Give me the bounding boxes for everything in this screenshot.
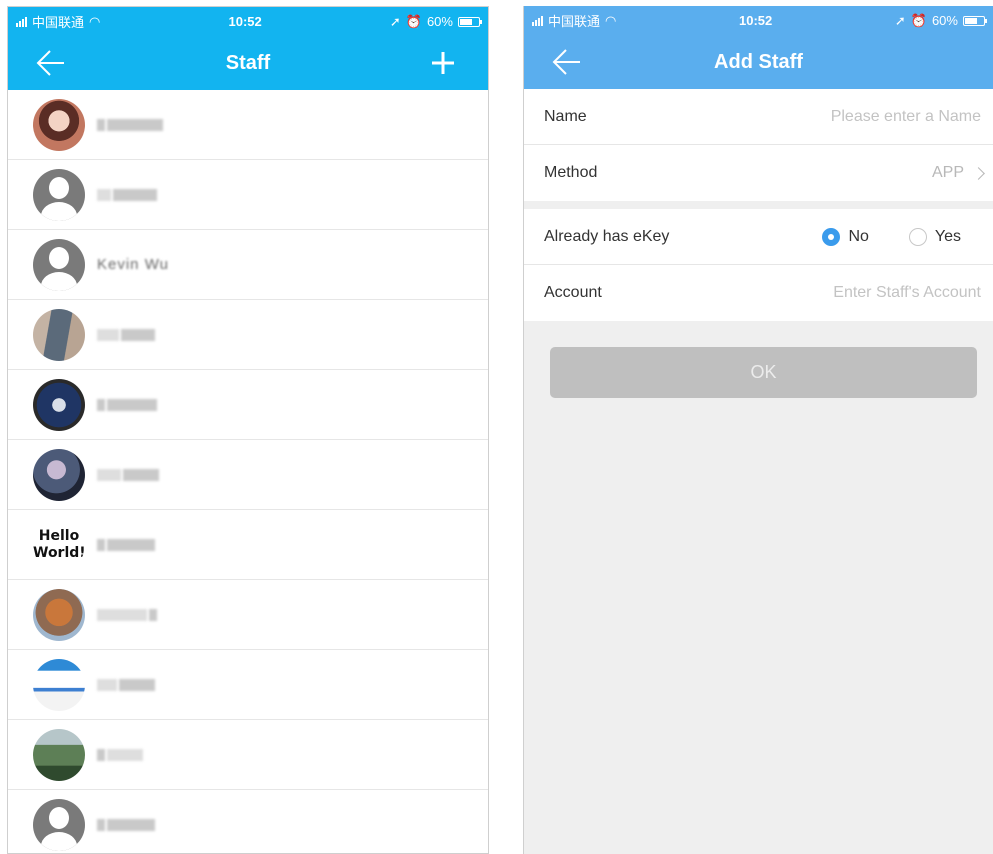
staff-navbar: Staff xyxy=(8,36,488,90)
status-bar-left: 中国联通 ◠ xyxy=(16,12,100,31)
staff-list-item[interactable] xyxy=(8,580,488,650)
screenshot-stage: 中国联通 ◠ 10:52 ➚ ⏰ 60% Staff Kevin Wu Hell… xyxy=(0,0,993,854)
staff-list-item[interactable] xyxy=(8,440,488,510)
status-bar: 中国联通 ◠ 10:52 ➚ ⏰ 60% xyxy=(524,6,993,35)
avatar-photo xyxy=(33,98,85,151)
staff-name-text: Kevin Wu xyxy=(97,256,169,273)
account-label: Account xyxy=(544,284,602,301)
radio-checked-icon[interactable] xyxy=(822,227,841,246)
staff-name-redacted xyxy=(97,118,163,131)
ekey-group: Already has eKey No Yes Account xyxy=(524,209,993,321)
method-selector[interactable]: APP xyxy=(931,164,985,182)
alarm-icon: ⏰ xyxy=(910,12,927,28)
staff-list-item[interactable] xyxy=(8,370,488,440)
ekey-yes-option[interactable]: Yes xyxy=(908,227,961,246)
account-input[interactable] xyxy=(739,283,983,303)
ok-button[interactable]: OK xyxy=(550,347,977,398)
staff-list-item[interactable] xyxy=(8,160,488,230)
status-time: 10:52 xyxy=(738,13,773,28)
default-user-avatar-icon xyxy=(33,798,85,851)
wifi-icon: ◠ xyxy=(605,12,617,28)
staff-list-item[interactable] xyxy=(8,90,488,160)
location-icon: ➚ xyxy=(389,13,401,29)
alarm-icon: ⏰ xyxy=(405,13,422,29)
page-title: Staff xyxy=(225,51,271,74)
staff-name-redacted xyxy=(97,398,157,411)
avatar-photo xyxy=(33,378,85,431)
carrier-label: 中国联通 xyxy=(32,15,85,30)
staff-name-redacted xyxy=(97,188,157,201)
battery-percent: 60% xyxy=(931,13,958,28)
staff-list-item[interactable] xyxy=(8,650,488,720)
add-staff-navbar: Add Staff xyxy=(524,35,993,89)
location-icon: ➚ xyxy=(894,12,906,28)
ekey-row: Already has eKey No Yes xyxy=(524,209,993,265)
ekey-radio-group: No Yes xyxy=(822,227,961,246)
status-bar-left: 中国联通 ◠ xyxy=(532,11,616,30)
chevron-right-icon xyxy=(972,166,985,180)
back-arrow-icon[interactable] xyxy=(34,48,68,78)
default-user-avatar-icon xyxy=(33,238,85,291)
staff-name-redacted xyxy=(97,538,155,551)
name-input[interactable] xyxy=(739,106,983,127)
staff-list: Kevin Wu Hello World! xyxy=(8,90,488,853)
ekey-yes-label: Yes xyxy=(934,227,961,245)
name-label: Name xyxy=(544,107,587,125)
method-row[interactable]: Method APP xyxy=(524,145,993,201)
status-bar: 中国联通 ◠ 10:52 ➚ ⏰ 60% xyxy=(8,7,488,36)
staff-name-redacted xyxy=(97,328,155,341)
staff-screen: 中国联通 ◠ 10:52 ➚ ⏰ 60% Staff Kevin Wu Hell… xyxy=(7,6,489,854)
section-divider xyxy=(524,201,993,209)
signal-icon xyxy=(532,15,543,26)
carrier-label: 中国联通 xyxy=(548,14,601,29)
staff-name: Kevin Wu xyxy=(97,256,169,273)
staff-info-group: Name Method APP xyxy=(524,89,993,201)
battery-icon xyxy=(962,15,987,26)
status-bar-right: ➚ ⏰ 60% xyxy=(389,13,482,30)
avatar-photo xyxy=(33,658,85,711)
avatar-photo xyxy=(33,728,85,781)
back-arrow-icon[interactable] xyxy=(550,47,584,77)
method-value: APP xyxy=(931,164,964,181)
staff-name-redacted xyxy=(97,468,159,481)
method-label: Method xyxy=(544,164,598,181)
wifi-icon: ◠ xyxy=(89,13,101,29)
staff-list-item[interactable]: Kevin Wu xyxy=(8,230,488,300)
radio-unchecked-icon[interactable] xyxy=(908,227,927,246)
avatar-photo xyxy=(33,448,85,501)
status-time: 10:52 xyxy=(228,14,262,29)
avatar-text-line-2: World! xyxy=(33,544,85,561)
avatar-photo xyxy=(33,588,85,641)
staff-name-redacted xyxy=(97,818,155,831)
ekey-no-option[interactable]: No xyxy=(822,227,869,246)
default-user-avatar-icon xyxy=(33,168,85,221)
battery-percent: 60% xyxy=(426,14,453,29)
staff-list-item[interactable]: Hello World! xyxy=(8,510,488,580)
staff-name-redacted xyxy=(97,678,155,691)
signal-icon xyxy=(16,16,27,27)
ekey-no-label: No xyxy=(848,227,869,245)
name-row: Name xyxy=(524,89,993,145)
account-row: Account xyxy=(524,265,993,321)
page-title: Add Staff xyxy=(714,50,803,73)
staff-name-redacted xyxy=(97,748,143,761)
add-staff-plus-icon[interactable] xyxy=(428,48,458,78)
add-staff-screen: 中国联通 ◠ 10:52 ➚ ⏰ 60% Add Staff Name Plea… xyxy=(523,6,993,854)
status-bar-right: ➚ ⏰ 60% xyxy=(894,12,987,29)
avatar-text-line-1: Hello xyxy=(38,527,80,544)
avatar-photo xyxy=(33,308,85,361)
staff-list-item[interactable] xyxy=(8,790,488,853)
staff-name-redacted xyxy=(97,608,157,621)
avatar-hello-world: Hello World! xyxy=(33,518,85,571)
staff-list-item[interactable] xyxy=(8,720,488,790)
battery-icon xyxy=(457,16,482,27)
staff-list-item[interactable] xyxy=(8,300,488,370)
ekey-label: Already has eKey xyxy=(544,227,670,245)
